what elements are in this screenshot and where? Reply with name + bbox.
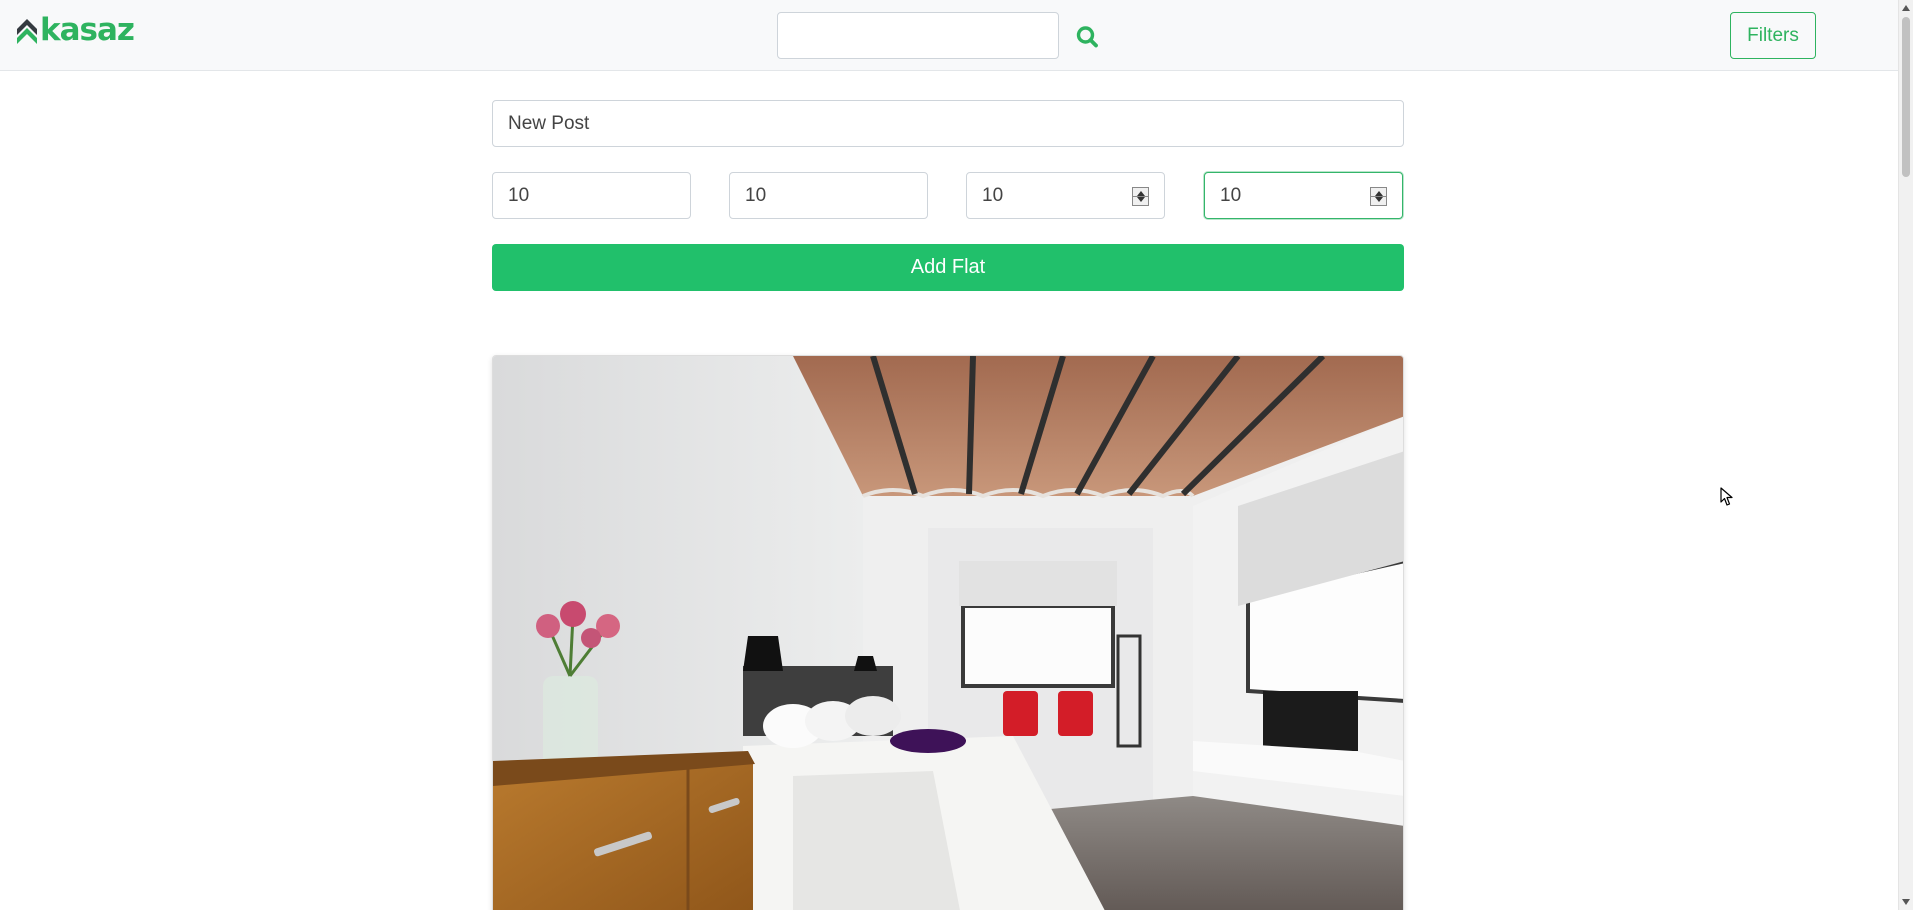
search-input[interactable] — [777, 12, 1059, 59]
add-flat-button[interactable]: Add Flat — [492, 244, 1404, 291]
number-input-3-value: 10 — [982, 184, 1004, 206]
scroll-up-icon[interactable] — [1902, 5, 1910, 11]
logo-text: kasaz — [40, 12, 135, 48]
search-icon — [1076, 26, 1098, 48]
search-button[interactable] — [1071, 20, 1105, 54]
vertical-scrollbar[interactable] — [1898, 0, 1913, 910]
logo-mark-icon — [17, 19, 37, 44]
number-input-1[interactable]: 10 — [492, 172, 691, 219]
number-input-2-value: 10 — [745, 184, 767, 206]
scroll-thumb[interactable] — [1902, 17, 1910, 177]
page: kasaz Filters 10 10 10 10 Add Flat — [0, 0, 1898, 910]
number-input-4-value: 10 — [1220, 184, 1242, 206]
filters-button[interactable]: Filters — [1730, 12, 1816, 59]
number-input-1-value: 10 — [508, 184, 530, 206]
listing-card — [492, 355, 1404, 910]
number-input-3[interactable]: 10 — [966, 172, 1165, 219]
logo[interactable]: kasaz — [16, 10, 135, 50]
number-input-2[interactable]: 10 — [729, 172, 928, 219]
mouse-cursor-icon — [1720, 487, 1733, 506]
number-spinner-3[interactable] — [1132, 187, 1149, 206]
post-title-input[interactable] — [492, 100, 1404, 147]
number-input-4[interactable]: 10 — [1204, 172, 1403, 219]
bedroom-photo — [493, 356, 1403, 910]
navbar: kasaz Filters — [0, 0, 1898, 71]
scroll-down-icon[interactable] — [1902, 899, 1910, 905]
number-spinner-4[interactable] — [1370, 187, 1387, 206]
